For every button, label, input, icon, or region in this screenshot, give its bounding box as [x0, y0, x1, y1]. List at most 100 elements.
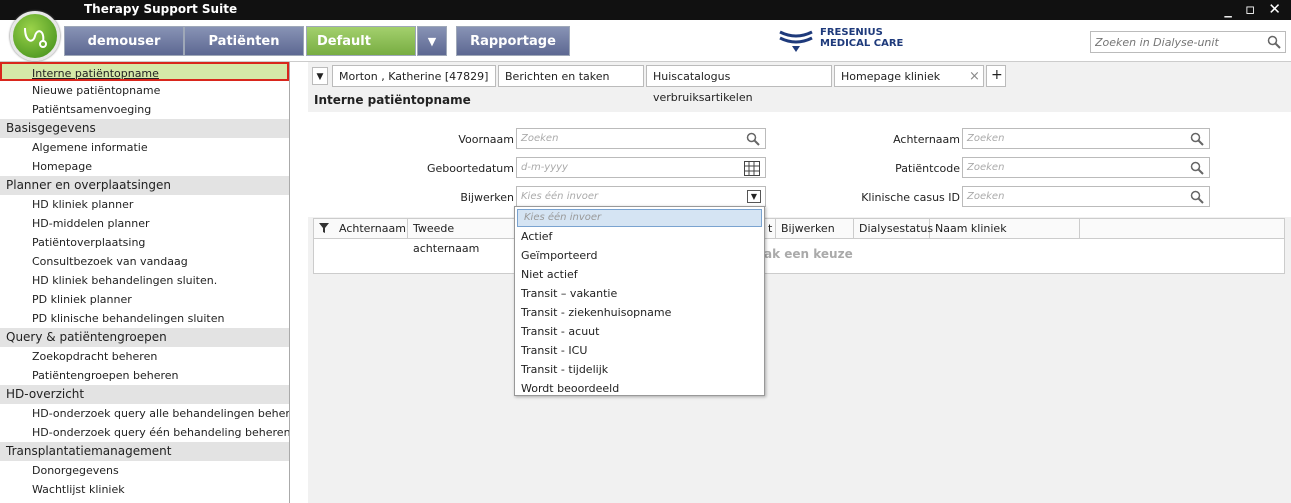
sidebar-item[interactable]: HD kliniek behandelingen sluiten. [0, 271, 289, 290]
sidebar-item-label: Consultbezoek van vandaag [32, 255, 188, 268]
dropdown-option[interactable]: Transit - ziekenhuisopname [515, 303, 764, 322]
col-side-effects[interactable]: Bijwerken [776, 219, 854, 239]
chevron-down-icon[interactable]: ▼ [747, 190, 761, 203]
patients-button[interactable]: Patiënten [184, 26, 304, 56]
sidebar-item-label: Algemene informatie [32, 141, 148, 154]
dropdown-option[interactable]: Transit – vakantie [515, 284, 764, 303]
sidebar-item-label: Patiëntsamenvoeging [32, 103, 152, 116]
sidebar: Interne patiëntopname Nieuwe patiëntopnam… [0, 62, 290, 503]
sidebar-item[interactable]: Wachtlijst kliniek [0, 480, 289, 499]
col-dialysis-status[interactable]: Dialysestatus [854, 219, 933, 239]
patient-code-field[interactable]: Zoeken [962, 157, 1210, 178]
dropdown-option[interactable]: Wordt beoordeeld [515, 379, 764, 398]
unit-search[interactable] [1090, 31, 1286, 53]
case-id-field[interactable]: Zoeken [962, 186, 1210, 207]
sidebar-item-label: Interne patiëntopname [32, 67, 159, 80]
window-controls[interactable]: _ ▫ ✕ [1224, 0, 1285, 18]
search-icon[interactable] [1190, 161, 1204, 175]
sidebar-item[interactable]: HD-middelen planner [0, 214, 289, 233]
search-icon[interactable] [1190, 132, 1204, 146]
col-clinic-name[interactable]: Naam kliniek [930, 219, 1080, 239]
col-second-last-name[interactable]: Tweede achternaam [408, 219, 522, 255]
clinic-button[interactable]: Default Clinic [306, 26, 416, 79]
sidebar-item[interactable]: HD-onderzoek query alle behandelingen be… [0, 404, 289, 423]
tab-menu-button[interactable]: ▼ [312, 67, 328, 85]
filter-icon[interactable] [318, 222, 330, 237]
reports-button[interactable]: Rapportage [456, 26, 570, 56]
last-name-field[interactable]: Zoeken [962, 128, 1210, 149]
grid-empty-message: ak een keuze [764, 247, 853, 261]
side-effects-select[interactable]: Kies één invoer ▼ [516, 186, 766, 207]
dropdown-option[interactable]: Transit - ICU [515, 341, 764, 360]
add-tab-icon[interactable]: + [986, 65, 1006, 87]
tab-homepage[interactable]: Homepage kliniek × [834, 65, 984, 87]
patient-code-placeholder: Zoeken [967, 162, 1005, 173]
close-tab-icon[interactable]: × [969, 66, 980, 87]
sidebar-section-heading[interactable]: Basisgegevens [0, 119, 289, 138]
dob-placeholder: d-m-yyyy [521, 162, 568, 173]
sidebar-item-label: Donorgegevens [32, 464, 119, 477]
first-name-placeholder: Zoeken [521, 133, 559, 144]
sidebar-item[interactable]: Patiëntoverplaatsing [0, 233, 289, 252]
first-name-field[interactable]: Zoeken [516, 128, 766, 149]
sidebar-item[interactable]: Nieuwe patiëntopname [0, 81, 289, 100]
sidebar-item-label: Homepage [32, 160, 92, 173]
sidebar-item[interactable]: HD-onderzoek query één behandeling beher… [0, 423, 289, 442]
sidebar-item-label: HD-middelen planner [32, 217, 150, 230]
brand-logo-icon [779, 30, 813, 52]
search-icon[interactable] [1267, 35, 1281, 49]
tab-homepage-label: Homepage kliniek [841, 70, 941, 83]
sidebar-item-label: HD-onderzoek query alle behandelingen be… [32, 407, 289, 420]
sidebar-item[interactable]: Algemene informatie [0, 138, 289, 157]
dob-field[interactable]: d-m-yyyy [516, 157, 766, 178]
sidebar-item[interactable]: Patiëntengroepen beheren [0, 366, 289, 385]
sidebar-section-heading[interactable]: Query & patiëntengroepen [0, 328, 289, 347]
sidebar-item[interactable]: Consultbezoek van vandaag [0, 252, 289, 271]
case-id-label: Klinische casus ID [861, 191, 960, 204]
brand-name: FRESENIUS MEDICAL CARE [820, 27, 904, 49]
sidebar-item-label: Nieuwe patiëntopname [32, 84, 161, 97]
sidebar-item[interactable]: PD klinische behandelingen sluiten [0, 309, 289, 328]
side-effects-placeholder: Kies één invoer [521, 191, 599, 202]
user-button[interactable]: demouser [64, 26, 184, 56]
patient-code-label: Patiëntcode [895, 162, 960, 175]
sidebar-section-heading[interactable]: Planner en overplaatsingen [0, 176, 289, 195]
case-id-placeholder: Zoeken [967, 191, 1005, 202]
dropdown-option[interactable]: Transit - acuut [515, 322, 764, 341]
tab-patient[interactable]: Morton , Katherine [47829] [332, 65, 496, 87]
clinic-dropdown-button[interactable]: ▼ [417, 26, 447, 56]
dropdown-option[interactable]: Geïmporteerd [515, 246, 764, 265]
sidebar-item[interactable]: Homepage [0, 157, 289, 176]
app-logo[interactable] [10, 11, 60, 61]
sidebar-section-heading[interactable]: HD-overzicht [0, 385, 289, 404]
unit-search-input[interactable] [1091, 32, 1261, 52]
page-title: Interne patiëntopname [314, 93, 471, 107]
sidebar-item-label: Zoekopdracht beheren [32, 350, 158, 363]
sidebar-item-label: HD-onderzoek query één behandeling beher… [32, 426, 289, 439]
main-toolbar: demouser Patiënten Default Clinic ▼ Rapp… [0, 11, 1291, 79]
sidebar-item[interactable]: Zoekopdracht beheren [0, 347, 289, 366]
sidebar-item[interactable]: HD kliniek planner [0, 195, 289, 214]
side-effects-dropdown-list: Kies één invoer Actief Geïmporteerd Niet ac… [514, 206, 765, 396]
dropdown-option[interactable]: Actief [515, 227, 764, 246]
tab-messages[interactable]: Berichten en taken [498, 65, 644, 87]
first-name-label: Voornaam [458, 133, 514, 146]
sidebar-item-active[interactable]: Interne patiëntopname [0, 62, 289, 81]
dropdown-placeholder-option[interactable]: Kies één invoer [517, 209, 762, 227]
col-last-name[interactable]: Achternaam [334, 219, 408, 239]
sidebar-item-label: Wachtlijst kliniek [32, 483, 125, 496]
col-partial[interactable]: t [766, 219, 776, 239]
dropdown-option[interactable]: Niet actief [515, 265, 764, 284]
dropdown-option[interactable]: Transit - tijdelijk [515, 360, 764, 379]
grid-header: Achternaam Tweede achternaam t Bijwerken… [314, 219, 1284, 255]
calendar-icon[interactable] [744, 161, 760, 176]
search-icon[interactable] [1190, 190, 1204, 204]
search-icon[interactable] [746, 132, 760, 146]
sidebar-item[interactable]: Patiëntsamenvoeging [0, 100, 289, 119]
search-form: Voornaam Zoeken Geboortedatum d-m-yyyy B… [308, 112, 1291, 217]
sidebar-item-label: HD kliniek planner [32, 198, 134, 211]
tab-catalog[interactable]: Huiscatalogus verbruiksartikelen [646, 65, 832, 104]
sidebar-item[interactable]: PD kliniek planner [0, 290, 289, 309]
sidebar-item[interactable]: Donorgegevens [0, 461, 289, 480]
sidebar-section-heading[interactable]: Transplantatiemanagement [0, 442, 289, 461]
